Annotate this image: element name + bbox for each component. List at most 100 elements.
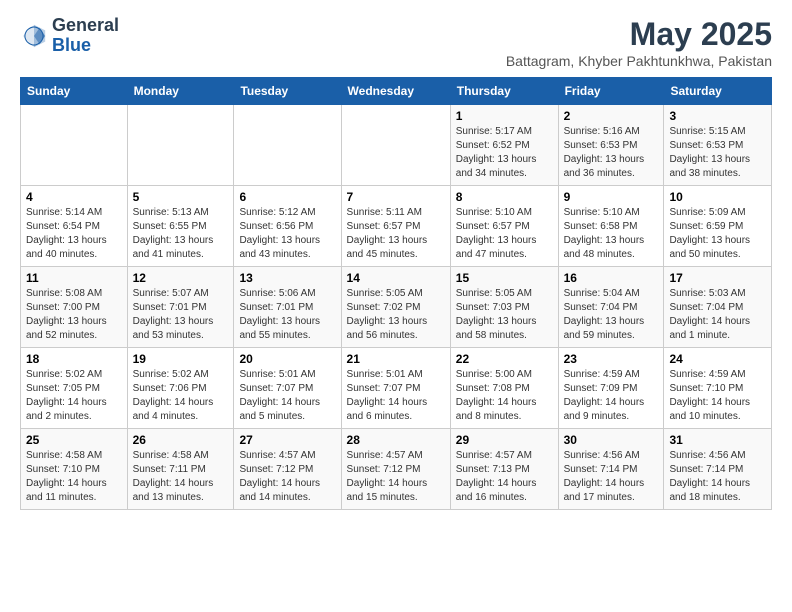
day-info: Sunrise: 4:58 AM Sunset: 7:11 PM Dayligh… <box>133 449 229 505</box>
day-number: 23 <box>564 352 659 366</box>
day-number: 4 <box>26 190 122 204</box>
day-cell <box>21 105 128 186</box>
logo-blue: Blue <box>52 35 91 55</box>
day-number: 18 <box>26 352 122 366</box>
day-cell: 13 Sunrise: 5:06 AM Sunset: 7:01 PM Dayli… <box>234 267 341 348</box>
day-info: Sunrise: 5:01 AM Sunset: 7:07 PM Dayligh… <box>347 368 445 424</box>
day-info: Sunrise: 5:14 AM Sunset: 6:54 PM Dayligh… <box>26 206 122 262</box>
week-row-5: 25Sunrise: 4:58 AM Sunset: 7:10 PM Dayli… <box>21 429 772 510</box>
day-cell: 2Sunrise: 5:16 AM Sunset: 6:53 PM Daylig… <box>558 105 664 186</box>
title-block: May 2025 Battagram, Khyber Pakhtunkhwa, … <box>506 16 772 69</box>
day-cell: 7Sunrise: 5:11 AM Sunset: 6:57 PM Daylig… <box>341 186 450 267</box>
day-cell <box>127 105 234 186</box>
day-header-wednesday: Wednesday <box>341 78 450 105</box>
day-header-friday: Friday <box>558 78 664 105</box>
day-number: 10 <box>669 190 766 204</box>
logo-general: General <box>52 15 119 35</box>
day-number: 17 <box>669 271 766 285</box>
day-header-thursday: Thursday <box>450 78 558 105</box>
day-cell <box>234 105 341 186</box>
day-number: 8 <box>456 190 553 204</box>
day-cell: 11Sunrise: 5:08 AM Sunset: 7:00 PM Dayli… <box>21 267 128 348</box>
week-row-2: 4 Sunrise: 5:14 AM Sunset: 6:54 PM Daylig… <box>21 186 772 267</box>
day-info: Sunrise: 5:15 AM Sunset: 6:53 PM Dayligh… <box>669 125 766 181</box>
day-cell: 24Sunrise: 4:59 AM Sunset: 7:10 PM Dayli… <box>664 348 772 429</box>
day-info: Sunrise: 5:01 AM Sunset: 7:07 PM Dayligh… <box>239 368 335 424</box>
day-info: Sunrise: 5:10 AM Sunset: 6:57 PM Dayligh… <box>456 206 553 262</box>
day-info: Sunrise: 5:02 AM Sunset: 7:06 PM Dayligh… <box>133 368 229 424</box>
day-cell: 3 Sunrise: 5:15 AM Sunset: 6:53 PM Daylig… <box>664 105 772 186</box>
day-cell: 19Sunrise: 5:02 AM Sunset: 7:06 PM Dayli… <box>127 348 234 429</box>
day-cell: 16 Sunrise: 5:04 AM Sunset: 7:04 PM Dayli… <box>558 267 664 348</box>
week-row-3: 11Sunrise: 5:08 AM Sunset: 7:00 PM Dayli… <box>21 267 772 348</box>
day-info: Sunrise: 5:12 AM Sunset: 6:56 PM Dayligh… <box>239 206 335 262</box>
day-number: 28 <box>347 433 445 447</box>
day-number: 9 <box>564 190 659 204</box>
day-cell: 8 Sunrise: 5:10 AM Sunset: 6:57 PM Daylig… <box>450 186 558 267</box>
day-number: 3 <box>669 109 766 123</box>
day-info: Sunrise: 5:17 AM Sunset: 6:52 PM Dayligh… <box>456 125 553 181</box>
day-cell: 28 Sunrise: 4:57 AM Sunset: 7:12 PM Dayli… <box>341 429 450 510</box>
day-info: Sunrise: 5:06 AM Sunset: 7:01 PM Dayligh… <box>239 287 335 343</box>
logo: General Blue <box>20 16 119 56</box>
day-number: 22 <box>456 352 553 366</box>
day-header-monday: Monday <box>127 78 234 105</box>
day-number: 12 <box>133 271 229 285</box>
day-number: 13 <box>239 271 335 285</box>
day-info: Sunrise: 4:57 AM Sunset: 7:13 PM Dayligh… <box>456 449 553 505</box>
calendar-table: SundayMondayTuesdayWednesdayThursdayFrid… <box>20 77 772 510</box>
day-cell: 17 Sunrise: 5:03 AM Sunset: 7:04 PM Dayli… <box>664 267 772 348</box>
day-info: Sunrise: 5:02 AM Sunset: 7:05 PM Dayligh… <box>26 368 122 424</box>
day-info: Sunrise: 4:56 AM Sunset: 7:14 PM Dayligh… <box>669 449 766 505</box>
day-number: 25 <box>26 433 122 447</box>
day-cell <box>341 105 450 186</box>
page-header: General Blue May 2025 Battagram, Khyber … <box>20 16 772 69</box>
day-info: Sunrise: 5:11 AM Sunset: 6:57 PM Dayligh… <box>347 206 445 262</box>
day-cell: 20 Sunrise: 5:01 AM Sunset: 7:07 PM Dayli… <box>234 348 341 429</box>
day-cell: 21 Sunrise: 5:01 AM Sunset: 7:07 PM Dayli… <box>341 348 450 429</box>
day-info: Sunrise: 4:56 AM Sunset: 7:14 PM Dayligh… <box>564 449 659 505</box>
day-cell: 4 Sunrise: 5:14 AM Sunset: 6:54 PM Daylig… <box>21 186 128 267</box>
day-cell: 22Sunrise: 5:00 AM Sunset: 7:08 PM Dayli… <box>450 348 558 429</box>
day-cell: 12 Sunrise: 5:07 AM Sunset: 7:01 PM Dayli… <box>127 267 234 348</box>
day-info: Sunrise: 5:07 AM Sunset: 7:01 PM Dayligh… <box>133 287 229 343</box>
day-info: Sunrise: 5:05 AM Sunset: 7:02 PM Dayligh… <box>347 287 445 343</box>
day-number: 1 <box>456 109 553 123</box>
day-number: 21 <box>347 352 445 366</box>
day-cell: 23 Sunrise: 4:59 AM Sunset: 7:09 PM Dayli… <box>558 348 664 429</box>
week-row-4: 18 Sunrise: 5:02 AM Sunset: 7:05 PM Dayli… <box>21 348 772 429</box>
day-info: Sunrise: 5:08 AM Sunset: 7:00 PM Dayligh… <box>26 287 122 343</box>
logo-icon <box>20 22 48 50</box>
day-number: 14 <box>347 271 445 285</box>
day-info: Sunrise: 4:57 AM Sunset: 7:12 PM Dayligh… <box>239 449 335 505</box>
day-number: 27 <box>239 433 335 447</box>
day-cell: 18 Sunrise: 5:02 AM Sunset: 7:05 PM Dayli… <box>21 348 128 429</box>
day-info: Sunrise: 5:04 AM Sunset: 7:04 PM Dayligh… <box>564 287 659 343</box>
day-info: Sunrise: 5:13 AM Sunset: 6:55 PM Dayligh… <box>133 206 229 262</box>
day-number: 26 <box>133 433 229 447</box>
day-cell: 25Sunrise: 4:58 AM Sunset: 7:10 PM Dayli… <box>21 429 128 510</box>
day-cell: 9 Sunrise: 5:10 AM Sunset: 6:58 PM Daylig… <box>558 186 664 267</box>
day-number: 5 <box>133 190 229 204</box>
day-info: Sunrise: 5:10 AM Sunset: 6:58 PM Dayligh… <box>564 206 659 262</box>
day-number: 30 <box>564 433 659 447</box>
day-number: 31 <box>669 433 766 447</box>
day-cell: 30 Sunrise: 4:56 AM Sunset: 7:14 PM Dayli… <box>558 429 664 510</box>
day-info: Sunrise: 4:57 AM Sunset: 7:12 PM Dayligh… <box>347 449 445 505</box>
day-info: Sunrise: 5:03 AM Sunset: 7:04 PM Dayligh… <box>669 287 766 343</box>
week-row-1: 1 Sunrise: 5:17 AM Sunset: 6:52 PM Daylig… <box>21 105 772 186</box>
day-info: Sunrise: 4:59 AM Sunset: 7:09 PM Dayligh… <box>564 368 659 424</box>
logo-text: General Blue <box>52 16 119 56</box>
day-number: 29 <box>456 433 553 447</box>
day-cell: 27 Sunrise: 4:57 AM Sunset: 7:12 PM Dayli… <box>234 429 341 510</box>
day-cell: 5 Sunrise: 5:13 AM Sunset: 6:55 PM Daylig… <box>127 186 234 267</box>
day-number: 20 <box>239 352 335 366</box>
day-cell: 31 Sunrise: 4:56 AM Sunset: 7:14 PM Dayli… <box>664 429 772 510</box>
day-header-saturday: Saturday <box>664 78 772 105</box>
day-number: 16 <box>564 271 659 285</box>
day-number: 15 <box>456 271 553 285</box>
month-year: May 2025 <box>506 16 772 53</box>
header-row: SundayMondayTuesdayWednesdayThursdayFrid… <box>21 78 772 105</box>
day-cell: 26 Sunrise: 4:58 AM Sunset: 7:11 PM Dayli… <box>127 429 234 510</box>
day-cell: 1 Sunrise: 5:17 AM Sunset: 6:52 PM Daylig… <box>450 105 558 186</box>
